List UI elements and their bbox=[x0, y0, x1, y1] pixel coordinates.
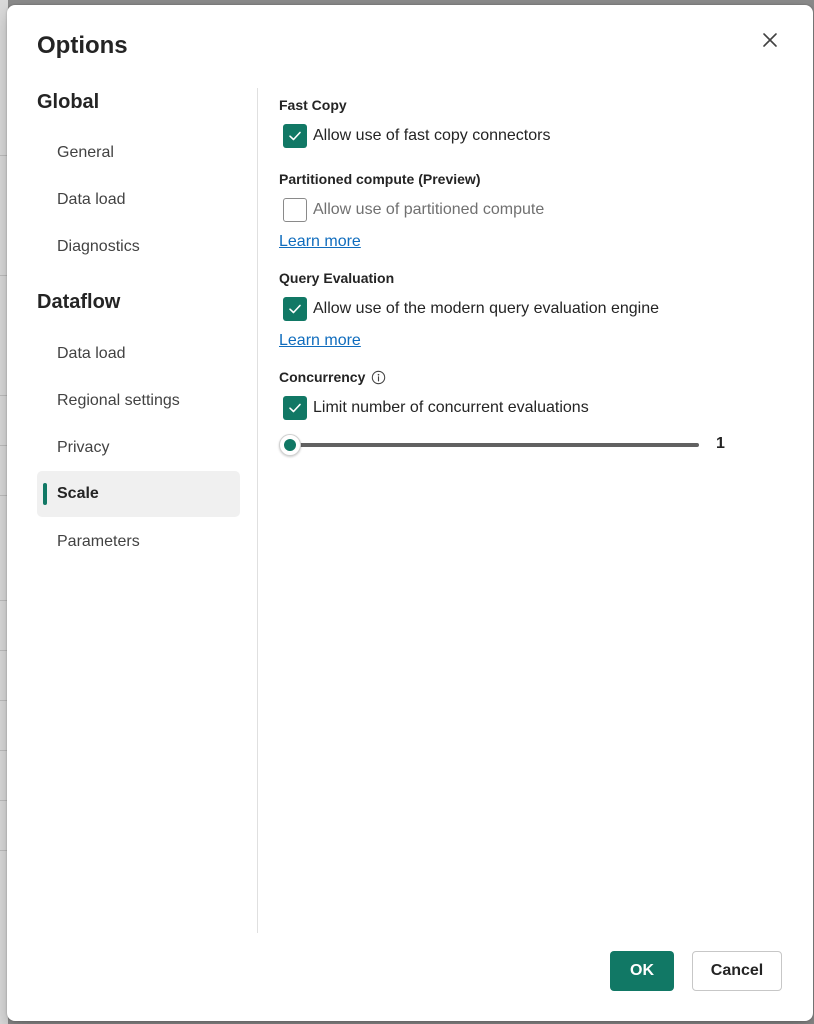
close-button[interactable] bbox=[757, 27, 783, 53]
nav-heading-global: Global bbox=[37, 91, 100, 113]
slider-thumb-dot bbox=[284, 439, 296, 451]
partitioned-compute-checkbox[interactable] bbox=[283, 198, 307, 222]
slider-value: 1 bbox=[716, 435, 725, 452]
nav-item-label: Privacy bbox=[57, 439, 110, 456]
close-icon bbox=[763, 33, 777, 47]
slider-thumb[interactable] bbox=[279, 434, 301, 456]
partitioned-compute-checkbox-label: Allow use of partitioned compute bbox=[313, 201, 545, 218]
query-evaluation-checkbox-label: Allow use of the modern query evaluation… bbox=[313, 300, 659, 317]
dialog-title: Options bbox=[37, 32, 128, 59]
nav-item-general[interactable]: General bbox=[37, 130, 240, 176]
nav-item-label: Diagnostics bbox=[57, 238, 140, 255]
concurrency-slider[interactable] bbox=[279, 433, 699, 457]
learn-more-link-partitioned[interactable]: Learn more bbox=[279, 233, 361, 251]
nav-item-label: Data load bbox=[57, 191, 126, 208]
nav-item-privacy[interactable]: Privacy bbox=[37, 425, 240, 471]
concurrency-checkbox[interactable] bbox=[283, 396, 307, 420]
fast-copy-checkbox-label: Allow use of fast copy connectors bbox=[313, 127, 551, 144]
section-label-query-evaluation: Query Evaluation bbox=[279, 270, 395, 286]
checkmark-icon bbox=[289, 304, 301, 314]
options-dialog: Options Global General Data load Diagnos… bbox=[7, 5, 813, 1021]
nav-divider bbox=[257, 88, 258, 933]
nav-heading-dataflow: Dataflow bbox=[37, 291, 121, 313]
nav-item-label: Scale bbox=[57, 485, 99, 502]
section-label-concurrency: Concurrency bbox=[279, 369, 386, 385]
nav-item-parameters[interactable]: Parameters bbox=[37, 519, 240, 565]
nav-item-label: Regional settings bbox=[57, 392, 180, 409]
nav-item-global-data-load[interactable]: Data load bbox=[37, 177, 240, 223]
nav-item-scale[interactable]: Scale bbox=[37, 471, 240, 517]
query-evaluation-checkbox[interactable] bbox=[283, 297, 307, 321]
section-label-partitioned-compute: Partitioned compute (Preview) bbox=[279, 171, 481, 187]
fast-copy-checkbox-row[interactable]: Allow use of fast copy connectors bbox=[283, 124, 550, 148]
nav-item-dataflow-data-load[interactable]: Data load bbox=[37, 331, 240, 377]
cancel-button[interactable]: Cancel bbox=[692, 951, 782, 991]
concurrency-label-text: Concurrency bbox=[279, 369, 366, 385]
slider-track[interactable] bbox=[289, 443, 699, 447]
info-icon[interactable] bbox=[371, 370, 386, 385]
partitioned-compute-checkbox-row[interactable]: Allow use of partitioned compute bbox=[283, 198, 544, 222]
section-label-fast-copy: Fast Copy bbox=[279, 97, 347, 113]
nav-item-label: Data load bbox=[57, 345, 126, 362]
learn-more-link-query-evaluation[interactable]: Learn more bbox=[279, 332, 361, 350]
checkmark-icon bbox=[289, 403, 301, 413]
ok-button[interactable]: OK bbox=[610, 951, 674, 991]
fast-copy-checkbox[interactable] bbox=[283, 124, 307, 148]
concurrency-checkbox-label: Limit number of concurrent evaluations bbox=[313, 399, 589, 416]
nav-item-label: General bbox=[57, 144, 114, 161]
concurrency-checkbox-row[interactable]: Limit number of concurrent evaluations bbox=[283, 396, 589, 420]
checkmark-icon bbox=[289, 131, 301, 141]
nav-item-regional-settings[interactable]: Regional settings bbox=[37, 378, 240, 424]
nav-item-diagnostics[interactable]: Diagnostics bbox=[37, 224, 240, 270]
nav-item-label: Parameters bbox=[57, 533, 140, 550]
selection-indicator bbox=[43, 483, 47, 505]
query-evaluation-checkbox-row[interactable]: Allow use of the modern query evaluation… bbox=[283, 297, 659, 321]
